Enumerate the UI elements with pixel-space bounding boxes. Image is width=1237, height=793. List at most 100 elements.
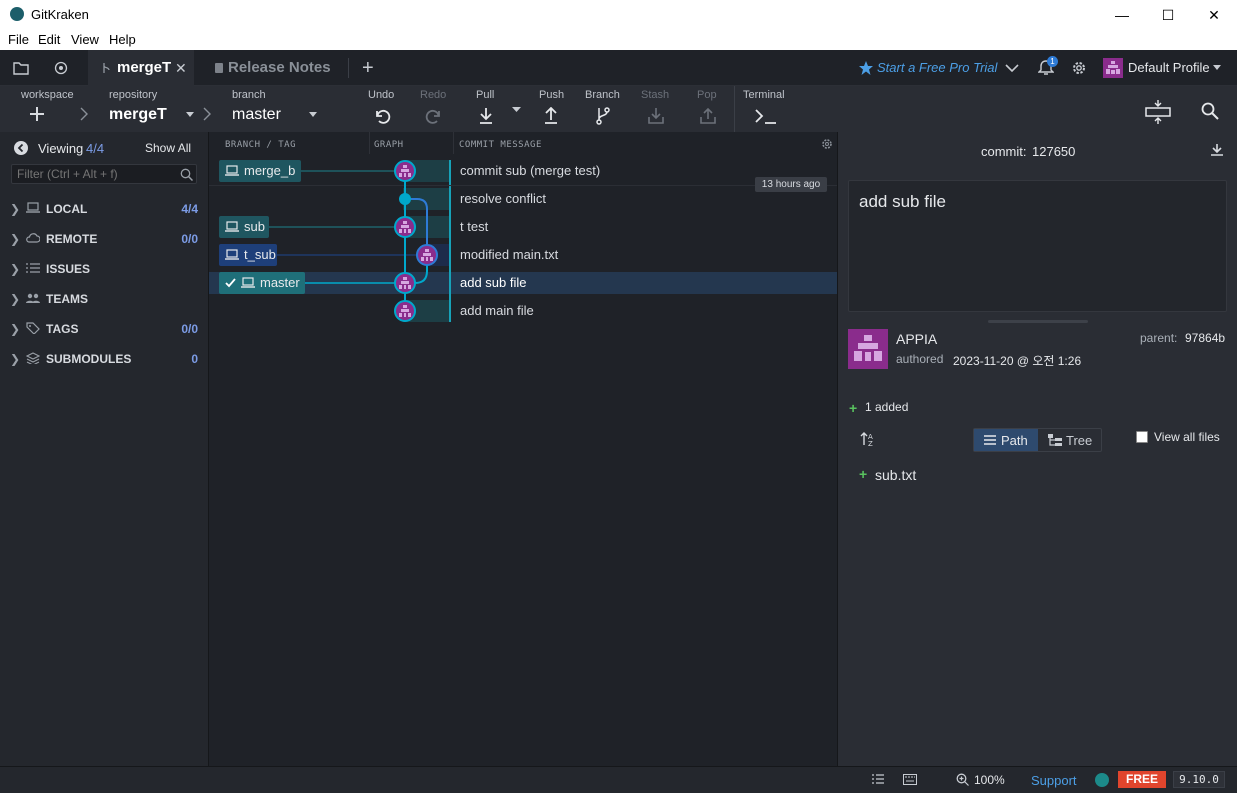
back-circle-icon[interactable]	[14, 141, 28, 155]
pull-dropdown-icon[interactable]	[512, 107, 521, 113]
menu-bar: File Edit View Help	[0, 30, 1237, 50]
tree-view-button[interactable]: Tree	[1038, 429, 1102, 451]
commit-message[interactable]: resolve conflict	[460, 191, 546, 206]
view-all-files-label: View all files	[1154, 430, 1220, 444]
menu-help[interactable]: Help	[109, 32, 136, 47]
commit-sha[interactable]: 127650	[1032, 144, 1075, 159]
profile-name[interactable]: Default Profile	[1128, 50, 1210, 86]
undo-icon[interactable]	[373, 107, 391, 125]
branch-small-icon	[103, 63, 110, 73]
caret-down-icon[interactable]	[1213, 65, 1221, 71]
layout-toggle-icon[interactable]	[1145, 100, 1171, 124]
pull-icon[interactable]	[478, 107, 494, 125]
push-icon[interactable]	[543, 107, 559, 125]
repository-dropdown-icon[interactable]	[186, 112, 194, 118]
branch-tag-master[interactable]: master	[219, 272, 305, 294]
support-link[interactable]: Support	[1031, 773, 1077, 788]
graph-settings-icon[interactable]	[821, 138, 833, 150]
download-icon[interactable]	[1210, 143, 1224, 157]
commit-node-avatar[interactable]	[394, 216, 416, 238]
filter-text-field[interactable]	[17, 167, 177, 181]
sidebar-section-issues[interactable]: ❯ ISSUES	[0, 254, 209, 284]
sidebar-section-submodules[interactable]: ❯ SUBMODULES 0	[0, 344, 209, 374]
repo-management-icon[interactable]	[54, 61, 68, 75]
branch-button-label: Branch	[585, 89, 620, 101]
path-label: Path	[1001, 433, 1028, 448]
zoom-icon[interactable]	[956, 773, 969, 786]
redo-icon[interactable]	[425, 107, 443, 125]
merge-commit-node[interactable]	[399, 193, 411, 205]
add-icon[interactable]	[30, 107, 44, 121]
status-bar: 100% Support FREE 9.10.0	[0, 766, 1237, 793]
laptop-icon	[26, 202, 40, 213]
chevron-right-icon	[80, 107, 88, 121]
maximize-button[interactable]: ☐	[1145, 0, 1191, 30]
commit-message[interactable]: add sub file	[460, 275, 527, 290]
filter-input[interactable]	[11, 164, 197, 184]
close-window-button[interactable]: ✕	[1191, 0, 1237, 30]
terminal-icon[interactable]	[755, 109, 777, 125]
branch-tag-sub[interactable]: sub	[219, 216, 269, 238]
commit-message-box[interactable]: add sub file	[848, 180, 1227, 312]
column-header-message: COMMIT MESSAGE	[459, 140, 542, 150]
branch-name[interactable]: master	[232, 106, 281, 124]
minimize-button[interactable]: —	[1099, 0, 1145, 30]
commit-node-avatar[interactable]	[394, 300, 416, 322]
viewing-count: 4/4	[86, 141, 105, 156]
commit-message[interactable]: t test	[460, 219, 488, 234]
list-view-icon[interactable]	[872, 774, 884, 785]
parent-sha[interactable]: 97864b	[1185, 331, 1225, 345]
sort-icon[interactable]: A Z	[860, 431, 876, 447]
laptop-icon	[225, 249, 239, 260]
pop-icon[interactable]	[699, 107, 717, 125]
commit-node-avatar[interactable]	[416, 244, 438, 266]
notification-badge: 1	[1047, 56, 1058, 67]
authored-date: 2023-11-20 @ 오전 1:26	[953, 354, 1082, 368]
commit-message[interactable]: modified main.txt	[460, 247, 558, 262]
section-label: TAGS	[46, 322, 79, 336]
commit-message[interactable]: add main file	[460, 303, 534, 318]
tab-release-notes[interactable]: Release Notes	[207, 50, 337, 86]
tab-mergeT[interactable]: mergeT ✕	[88, 50, 194, 86]
menu-edit[interactable]: Edit	[38, 32, 60, 47]
commit-message[interactable]: commit sub (merge test)	[460, 163, 600, 178]
authored-label: authored	[896, 352, 944, 366]
search-icon[interactable]	[1201, 102, 1219, 120]
gear-icon[interactable]	[1071, 60, 1087, 76]
branch-icon[interactable]	[595, 107, 611, 125]
menu-file[interactable]: File	[8, 32, 29, 47]
show-all-button[interactable]: Show All	[145, 141, 191, 155]
zoom-level: 100%	[974, 773, 1005, 787]
cloud-icon	[26, 233, 40, 243]
commit-node-avatar[interactable]	[394, 160, 416, 182]
repository-name[interactable]: mergeT	[109, 106, 167, 124]
file-name[interactable]: sub.txt	[875, 467, 916, 483]
section-count: 0/0	[181, 232, 198, 246]
chevron-down-icon[interactable]	[1005, 63, 1019, 73]
sidebar-section-remote[interactable]: ❯ REMOTE 0/0	[0, 224, 209, 254]
stash-icon[interactable]	[647, 107, 665, 125]
branch-tag-merge_b[interactable]: merge_b	[219, 160, 301, 182]
close-tab-icon[interactable]: ✕	[175, 50, 187, 86]
folder-icon[interactable]	[13, 61, 29, 75]
sidebar-section-tags[interactable]: ❯ TAGS 0/0	[0, 314, 209, 344]
identicon-icon	[399, 277, 411, 289]
pro-trial-link[interactable]: Start a Free Pro Trial	[877, 50, 997, 86]
resize-handle[interactable]	[988, 320, 1088, 323]
branch-dropdown-icon[interactable]	[309, 112, 317, 118]
keyboard-icon[interactable]	[903, 774, 917, 785]
view-all-files-checkbox[interactable]	[1136, 431, 1148, 443]
sidebar-section-local[interactable]: ❯ LOCAL 4/4	[0, 194, 209, 224]
menu-view[interactable]: View	[71, 32, 99, 47]
free-plan-badge[interactable]: FREE	[1118, 771, 1166, 788]
branch-tag-label: sub	[244, 219, 265, 234]
sidebar-section-teams[interactable]: ❯ TEAMS	[0, 284, 209, 314]
profile-avatar[interactable]	[1103, 58, 1123, 78]
commit-node-avatar[interactable]	[394, 272, 416, 294]
path-view-button[interactable]: Path	[974, 429, 1038, 451]
branch-tag-t_sub[interactable]: t_sub	[219, 244, 277, 266]
laptop-icon	[225, 221, 239, 232]
commit-detail-panel: commit: 127650 add sub file APPIA author…	[837, 132, 1237, 766]
laptop-icon	[225, 165, 239, 176]
new-tab-button[interactable]: +	[362, 50, 374, 86]
